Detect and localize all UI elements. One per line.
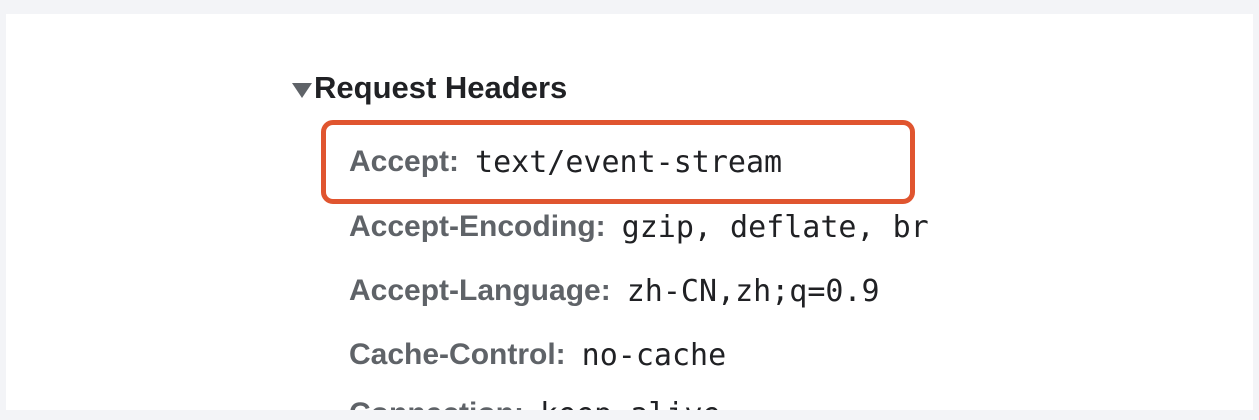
header-row-accept: Accept: text/event-stream [349, 142, 782, 182]
header-value: zh-CN,zh;q=0.9 [626, 273, 880, 309]
header-name: Accept-Encoding: [349, 210, 606, 243]
expand-triangle-icon[interactable] [292, 82, 312, 98]
header-name: Cache-Control: [349, 338, 566, 371]
header-name: Accept-Language: [349, 274, 611, 307]
request-headers-panel: Request Headers Accept: text/event-strea… [6, 14, 1253, 410]
header-value: text/event-stream [475, 144, 783, 180]
section-title: Request Headers [314, 70, 568, 105]
header-row-cache-control: Cache-Control: no-cache [349, 335, 726, 375]
header-value: gzip, deflate, br [621, 209, 929, 245]
header-value: keep-alive [540, 397, 721, 411]
request-headers-toggle[interactable]: Request Headers [292, 66, 567, 110]
header-value: no-cache [581, 337, 727, 373]
header-row-connection: Connection: keep-alive [349, 394, 721, 411]
header-row-accept-language: Accept-Language: zh-CN,zh;q=0.9 [349, 271, 880, 311]
header-name: Accept: [349, 145, 460, 178]
header-name: Connection: [349, 397, 524, 410]
header-row-accept-encoding: Accept-Encoding: gzip, deflate, br [349, 207, 929, 247]
